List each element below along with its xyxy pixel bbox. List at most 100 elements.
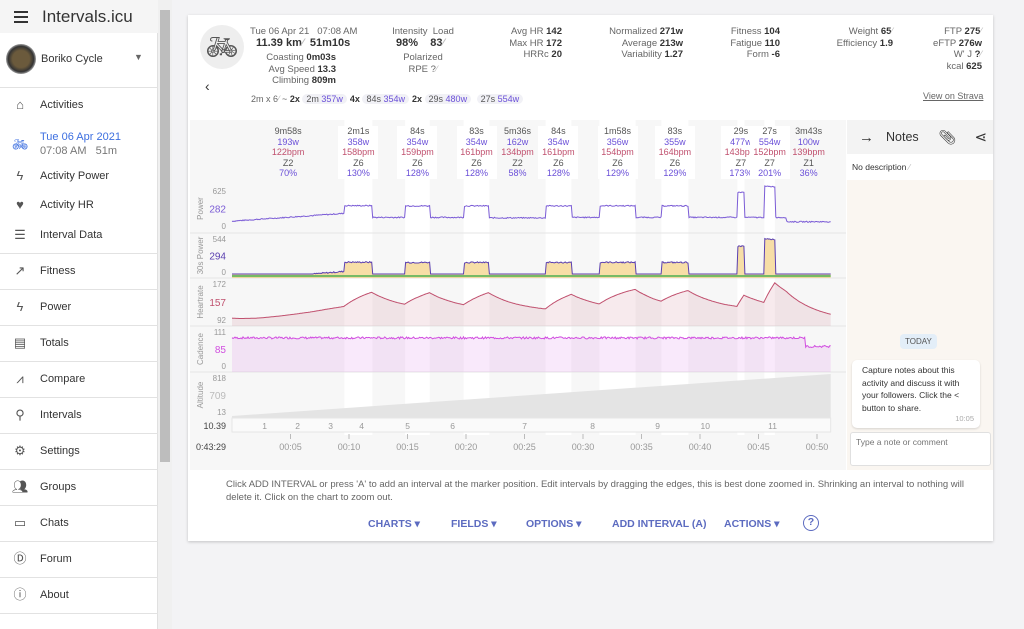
lap-number[interactable]: 4 xyxy=(359,421,364,431)
app-title: Intervals.icu xyxy=(42,6,133,26)
x-tick-label: 00:10 xyxy=(338,442,361,452)
chat-icon: ▭ xyxy=(13,515,27,530)
sidebar: Intervals.icu Boriko Cycle ▼ ⌂ Activities… xyxy=(0,0,158,629)
lane-label: 30s Power xyxy=(196,236,205,274)
y-tick-label: 818 xyxy=(213,374,227,383)
sidebar-item-tue-06-apr-2021[interactable]: 🚲︎ Tue 06 Apr 2021 07:08 AM 51m xyxy=(0,125,158,165)
stat-fatigue: Fatigue 110 xyxy=(730,37,780,49)
stat-variability: Variability 1.27 xyxy=(621,49,683,60)
stat-wprime: W' J ?⁄ xyxy=(953,49,982,60)
sidebar-item-activities[interactable]: ⌂ Activities xyxy=(0,90,158,120)
sidebar-item-activity-hr[interactable]: ♥ Activity HR xyxy=(0,190,158,220)
sidebar-item-label: About xyxy=(40,589,69,601)
sidebar-item-intervals[interactable]: ⚲ Intervals xyxy=(0,400,158,430)
sidebar-item-activity-power[interactable]: ϟ Activity Power xyxy=(0,161,158,191)
stat-eftp: eFTP 276w xyxy=(933,37,982,49)
stat-max_hr: Max HR 172 xyxy=(509,37,562,49)
interval-group-pill[interactable]: 29s 480w xyxy=(424,94,472,104)
stat-form: Form -6 xyxy=(746,49,780,60)
lane-label: Altitude xyxy=(196,381,205,408)
x-tick-label: 00:45 xyxy=(747,442,770,452)
bolt-icon: ϟ xyxy=(16,168,24,183)
y-tick-label: 157 xyxy=(209,298,226,309)
lap-value: 10.39 xyxy=(203,421,226,431)
lap-number[interactable]: 8 xyxy=(590,421,595,431)
interval-group-pill[interactable]: 84s 354w xyxy=(362,94,409,104)
interval-label[interactable]: 27s 554w 152bpm Z7 201% xyxy=(749,126,790,179)
bolt-icon: ϟ xyxy=(16,299,24,314)
stat-hrrc: HRRc 20 xyxy=(523,49,562,60)
heart-icon: ♥ xyxy=(16,197,24,212)
fields-button[interactable]: FIELDS ▾ xyxy=(451,518,497,530)
lap-number[interactable]: 11 xyxy=(768,421,777,431)
charts-button[interactable]: CHARTS ▾ xyxy=(368,518,420,530)
lap-number[interactable]: 7 xyxy=(522,421,527,431)
scrollbar-thumb[interactable] xyxy=(160,10,170,462)
paperclip-icon[interactable]: 📎︎ xyxy=(939,129,957,146)
group-icon: 👥︎ xyxy=(12,479,29,494)
y-tick-label: 172 xyxy=(213,280,227,289)
description-text[interactable]: No description xyxy=(852,162,906,172)
interval-label[interactable]: 83s 354w 161bpm Z6 128% xyxy=(456,126,497,179)
sidebar-item-compare[interactable]: ⩘ Compare xyxy=(0,364,158,394)
sidebar-item-groups[interactable]: 👥︎ Groups xyxy=(0,472,158,502)
chevron-down-icon[interactable]: ▼ xyxy=(134,52,143,62)
y-tick-label: 85 xyxy=(215,345,227,356)
sidebar-item-power[interactable]: ϟ Power xyxy=(0,292,158,322)
options-button[interactable]: OPTIONS ▾ xyxy=(526,518,581,530)
lap-number[interactable]: 5 xyxy=(405,421,410,431)
stat-ftp: FTP 275⁄ xyxy=(944,26,982,37)
arrow-right-icon[interactable]: → xyxy=(859,129,874,146)
lap-number[interactable]: 10 xyxy=(701,421,711,431)
interval-label[interactable]: 9m58s 193w 122bpm Z2 70% xyxy=(268,126,308,179)
sidebar-item-label: Intervals xyxy=(40,409,82,421)
menu-icon[interactable] xyxy=(14,15,28,18)
interval-label[interactable]: 84s 354w 159bpm Z6 128% xyxy=(397,126,438,179)
sidebar-item-interval-data[interactable]: ☰ Interval Data xyxy=(0,220,158,250)
avatar[interactable] xyxy=(6,44,36,74)
interval-label[interactable]: 84s 354w 161bpm Z6 128% xyxy=(538,126,579,179)
stat-efficiency: Efficiency 1.9 xyxy=(836,37,893,49)
add-interval-button[interactable]: ADD INTERVAL (A) xyxy=(612,518,707,530)
interval-group-pill[interactable]: 2m 357w xyxy=(302,94,347,104)
help-icon[interactable]: ? xyxy=(803,515,819,531)
sidebar-item-label: Totals xyxy=(40,337,69,349)
search-icon: ⚲ xyxy=(15,407,25,422)
lap-number[interactable]: 1 xyxy=(262,421,267,431)
interval-label[interactable]: 5m36s 162w 134bpm Z2 58% xyxy=(497,126,537,179)
sidebar-item-settings[interactable]: ⚙ Settings xyxy=(0,436,158,466)
interval-label[interactable]: 2m1s 358w 158bpm Z6 130% xyxy=(338,126,379,179)
list-icon: ☰ xyxy=(14,227,26,242)
note-input[interactable] xyxy=(850,432,991,466)
sidebar-item-totals[interactable]: ▤ Totals xyxy=(0,328,158,358)
totals-icon: ▤ xyxy=(13,335,27,350)
athlete-name[interactable]: Boriko Cycle xyxy=(41,53,103,65)
lap-number[interactable]: 3 xyxy=(328,421,333,431)
y-tick-label: 625 xyxy=(213,187,227,196)
y-tick-label: 92 xyxy=(217,316,226,325)
sidebar-item-about[interactable]: ⓘ About xyxy=(0,580,158,610)
interval-label[interactable]: 3m43s 100w 139bpm Z1 36% xyxy=(789,126,829,179)
sidebar-item-fitness[interactable]: ↗ Fitness xyxy=(0,256,158,286)
lap-number[interactable]: 9 xyxy=(655,421,660,431)
sidebar-item-chats[interactable]: ▭ Chats xyxy=(0,508,158,538)
actions-button[interactable]: ACTIONS ▾ xyxy=(724,518,779,530)
sidebar-item-forum[interactable]: Ⓓ Forum xyxy=(0,544,158,574)
interval-group-pill[interactable]: 27s 554w xyxy=(476,94,524,104)
sidebar-item-label: Power xyxy=(40,301,72,313)
share-icon[interactable]: ⋖ xyxy=(974,128,987,146)
sidebar-item-label: Fitness xyxy=(40,265,76,277)
lap-number[interactable]: 2 xyxy=(295,421,300,431)
interval-label[interactable]: 1m58s 356w 154bpm Z6 129% xyxy=(597,126,638,179)
today-badge: TODAY xyxy=(900,334,937,349)
rpe-value[interactable]: RPE ?⁄ xyxy=(388,64,458,76)
sidebar-item-label: Settings xyxy=(40,445,80,457)
help-text: Click ADD INTERVAL or press 'A' to add a… xyxy=(226,479,964,503)
distance-value[interactable]: 11.39 km xyxy=(256,37,302,49)
view-on-strava-link[interactable]: View on Strava xyxy=(923,91,983,101)
lap-number[interactable]: 6 xyxy=(450,421,455,431)
polarized-label: Polarized xyxy=(403,52,443,63)
interval-label[interactable]: 83s 355w 164bpm Z6 129% xyxy=(654,126,695,179)
load-value[interactable]: 83 xyxy=(430,37,442,49)
stat-kcal: kcal 625 xyxy=(946,60,982,72)
